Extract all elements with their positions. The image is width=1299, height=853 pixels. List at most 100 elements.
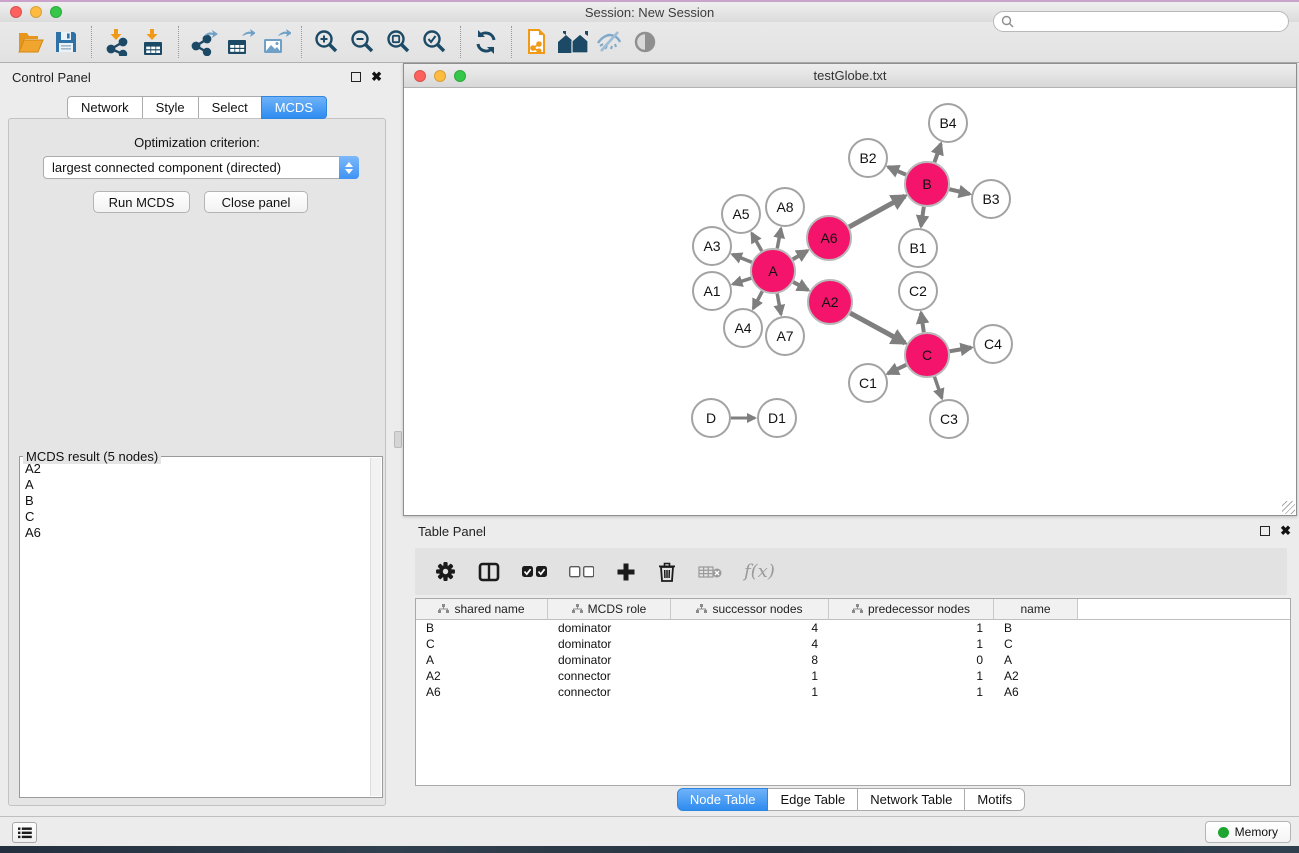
column-header-cell[interactable]: shared name: [416, 599, 548, 619]
table-row[interactable]: Bdominator41B: [416, 620, 1290, 636]
search-input[interactable]: [1018, 15, 1288, 29]
table-cell[interactable]: connector: [548, 669, 671, 683]
tab-motifs[interactable]: Motifs: [964, 788, 1025, 811]
settings-icon[interactable]: [435, 561, 456, 582]
refresh-network-icon[interactable]: [468, 25, 504, 59]
table-row[interactable]: Cdominator41C: [416, 636, 1290, 652]
graph-edge-B-B1[interactable]: [921, 207, 924, 226]
network-minimize-button[interactable]: [434, 70, 446, 82]
panel-splitter-grip[interactable]: [394, 431, 402, 448]
table-cell[interactable]: A2: [416, 669, 548, 683]
table-cell[interactable]: A2: [994, 669, 1078, 683]
table-cell[interactable]: A6: [994, 685, 1078, 699]
hide-graphics-details-icon[interactable]: [591, 25, 627, 59]
export-table-icon[interactable]: [222, 25, 258, 59]
table-cell[interactable]: 4: [671, 637, 829, 651]
table-cell[interactable]: 1: [671, 669, 829, 683]
graph-node-A1[interactable]: A1: [692, 271, 732, 311]
split-columns-icon[interactable]: [478, 562, 500, 582]
select-all-checkboxes-icon[interactable]: [522, 566, 547, 578]
graph-node-C2[interactable]: C2: [898, 271, 938, 311]
table-cell[interactable]: dominator: [548, 621, 671, 635]
graph-node-B1[interactable]: B1: [898, 228, 938, 268]
function-builder-icon[interactable]: f(x): [744, 561, 775, 582]
close-panel-button[interactable]: Close panel: [204, 191, 308, 213]
table-cell[interactable]: 1: [829, 637, 994, 651]
table-cell[interactable]: connector: [548, 685, 671, 699]
home-icon[interactable]: [555, 25, 591, 59]
graph-node-D[interactable]: D: [691, 398, 731, 438]
table-cell[interactable]: A6: [416, 685, 548, 699]
table-cell[interactable]: dominator: [548, 653, 671, 667]
search-field[interactable]: [993, 11, 1289, 32]
column-header-cell[interactable]: MCDS role: [548, 599, 671, 619]
column-header-cell[interactable]: successor nodes: [671, 599, 829, 619]
table-cell[interactable]: 1: [671, 685, 829, 699]
graph-node-A7[interactable]: A7: [765, 316, 805, 356]
graph-node-B4[interactable]: B4: [928, 103, 968, 143]
tab-network-table[interactable]: Network Table: [857, 788, 965, 811]
graph-node-B2[interactable]: B2: [848, 138, 888, 178]
mcds-result-item[interactable]: C: [25, 509, 369, 525]
graph-edge-A-A8[interactable]: [777, 229, 781, 249]
graph-node-B[interactable]: B: [904, 161, 950, 207]
graph-edge-C-C4[interactable]: [950, 348, 972, 352]
tab-edge-table[interactable]: Edge Table: [767, 788, 858, 811]
mcds-result-item[interactable]: A6: [25, 525, 369, 541]
table-row[interactable]: Adominator80A: [416, 652, 1290, 668]
graph-edge-B-B4[interactable]: [934, 144, 940, 162]
memory-button[interactable]: Memory: [1205, 821, 1291, 843]
graph-node-A2[interactable]: A2: [807, 279, 853, 325]
table-cell[interactable]: A: [416, 653, 548, 667]
table-cell[interactable]: 1: [829, 669, 994, 683]
network-canvas[interactable]: B4B2BB3A5A8A6A3B1AC2A1A2A4A7CC4C1C3DD1: [404, 89, 1296, 515]
graph-node-C[interactable]: C: [904, 332, 950, 378]
add-column-icon[interactable]: [616, 562, 636, 582]
table-cell[interactable]: 8: [671, 653, 829, 667]
close-panel-icon[interactable]: ✖: [371, 69, 382, 85]
tab-select[interactable]: Select: [198, 96, 262, 119]
deselect-all-checkboxes-icon[interactable]: [569, 566, 594, 578]
delete-table-icon[interactable]: [698, 565, 722, 579]
graph-node-A8[interactable]: A8: [765, 187, 805, 227]
mcds-result-item[interactable]: A2: [25, 461, 369, 477]
graph-node-A6[interactable]: A6: [806, 215, 852, 261]
tab-mcds[interactable]: MCDS: [261, 96, 327, 119]
graph-edge-B-B3[interactable]: [949, 189, 969, 194]
table-cell[interactable]: A: [994, 653, 1078, 667]
save-session-icon[interactable]: [48, 25, 84, 59]
table-cell[interactable]: 1: [829, 685, 994, 699]
close-window-button[interactable]: [10, 6, 22, 18]
minimize-window-button[interactable]: [30, 6, 42, 18]
graph-node-B3[interactable]: B3: [971, 179, 1011, 219]
zoom-selected-icon[interactable]: [417, 25, 453, 59]
import-network-icon[interactable]: [99, 25, 135, 59]
float-panel-icon[interactable]: [351, 72, 361, 82]
tab-style[interactable]: Style: [142, 96, 199, 119]
graph-node-A3[interactable]: A3: [692, 226, 732, 266]
tab-node-table[interactable]: Node Table: [677, 788, 769, 811]
zoom-out-icon[interactable]: [345, 25, 381, 59]
table-row[interactable]: A6connector11A6: [416, 684, 1290, 700]
graph-node-D1[interactable]: D1: [757, 398, 797, 438]
column-header-cell[interactable]: predecessor nodes: [829, 599, 994, 619]
graph-edge-A-A2[interactable]: [793, 282, 808, 290]
graph-edge-A-A3[interactable]: [732, 254, 751, 262]
table-cell[interactable]: 0: [829, 653, 994, 667]
table-row[interactable]: A2connector11A2: [416, 668, 1290, 684]
zoom-fit-icon[interactable]: [381, 25, 417, 59]
graph-node-A[interactable]: A: [750, 248, 796, 294]
network-close-button[interactable]: [414, 70, 426, 82]
graph-edge-C-C3[interactable]: [934, 377, 941, 398]
graph-edge-C-C1[interactable]: [888, 365, 906, 374]
zoom-in-icon[interactable]: [309, 25, 345, 59]
table-cell[interactable]: 1: [829, 621, 994, 635]
graph-node-A5[interactable]: A5: [721, 194, 761, 234]
show-panels-list-button[interactable]: [12, 822, 37, 843]
export-network-icon[interactable]: [186, 25, 222, 59]
graph-node-C1[interactable]: C1: [848, 363, 888, 403]
run-mcds-button[interactable]: Run MCDS: [93, 191, 190, 213]
table-float-panel-icon[interactable]: [1260, 526, 1270, 536]
column-header-cell[interactable]: name: [994, 599, 1078, 619]
graph-node-C3[interactable]: C3: [929, 399, 969, 439]
